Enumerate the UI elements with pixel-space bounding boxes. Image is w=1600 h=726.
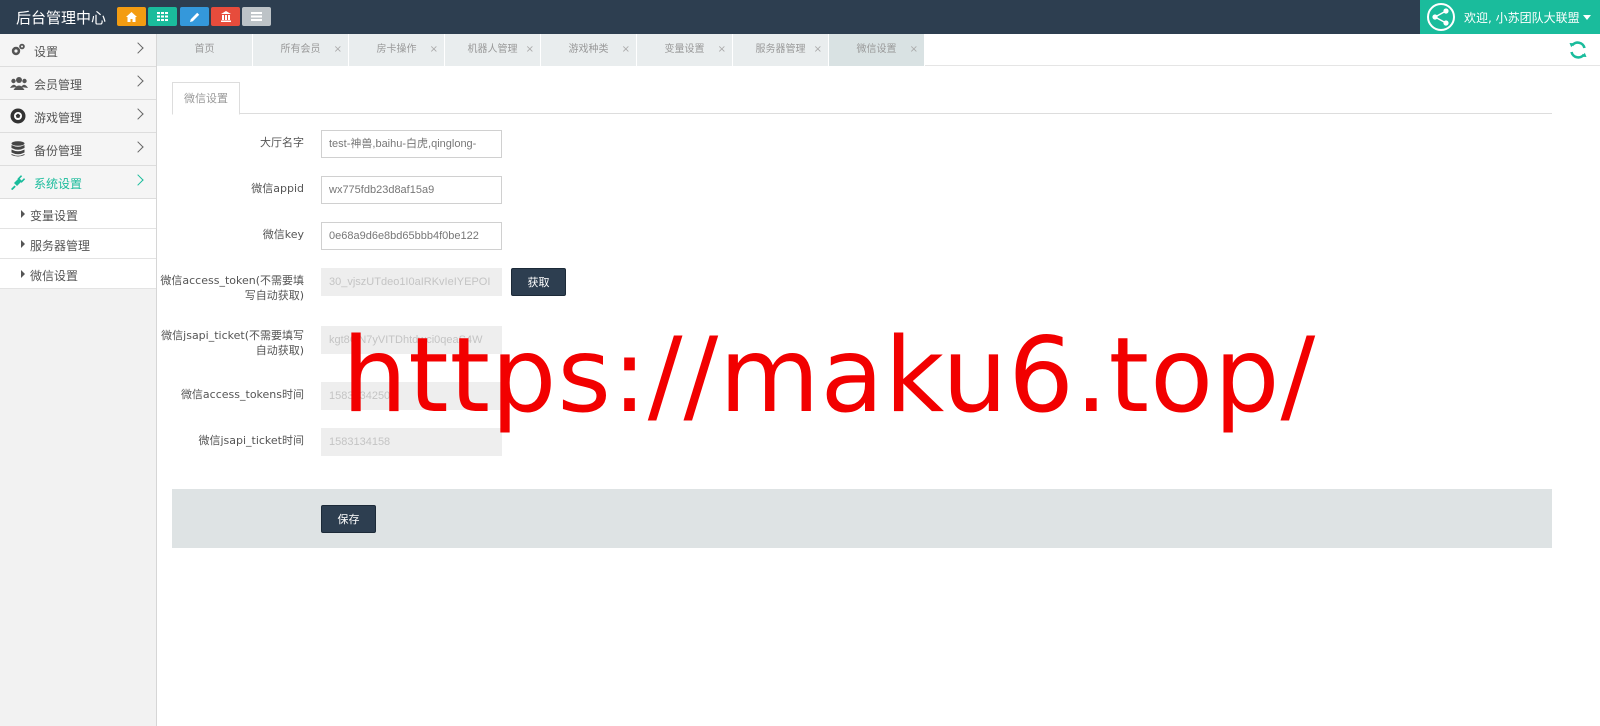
sidebar-subitem-label: 服务器管理 — [30, 239, 91, 253]
close-icon[interactable]: × — [814, 34, 822, 66]
field-label: 微信key — [262, 228, 304, 241]
caret-right-icon — [21, 210, 25, 218]
refresh-icon[interactable] — [1568, 40, 1588, 60]
sidebar-subitem-variable-settings[interactable]: 变量设置 — [0, 199, 156, 229]
list-icon — [251, 12, 262, 21]
sidebar-item-games[interactable]: 游戏管理 — [0, 100, 156, 133]
user-greeting[interactable]: 欢迎, 小苏团队大联盟 — [1464, 9, 1591, 26]
tab-label: 微信设置 — [856, 44, 897, 55]
tab-label: 机器人管理 — [467, 44, 518, 55]
close-icon[interactable]: × — [718, 34, 726, 66]
tab-label: 服务器管理 — [755, 44, 806, 55]
appid-input[interactable]: wx775fdb23d8af15a9 — [321, 176, 502, 204]
sidebar-item-label: 游戏管理 — [34, 111, 83, 125]
tab-variable-settings[interactable]: 变量设置 × — [637, 34, 733, 66]
sidebar-item-settings[interactable]: 设置 — [0, 34, 156, 67]
home-icon — [126, 11, 137, 22]
tab-label: 首页 — [194, 44, 215, 55]
top-navbar: 后台管理中心 欢迎, 小苏团队大联盟 — [0, 0, 1600, 34]
tab-label: 游戏种类 — [568, 44, 609, 55]
user-menu[interactable]: 欢迎, 小苏团队大联盟 — [1420, 0, 1600, 34]
key-input[interactable]: 0e68a9d6e8bd65bbb4f0be122 — [321, 222, 502, 250]
tab-room-card[interactable]: 房卡操作 × — [349, 34, 445, 66]
sidebar-subitem-wechat-settings[interactable]: 微信设置 — [0, 259, 156, 289]
field-label: 微信jsapi_ticket(不需要填写自动获取) — [161, 329, 304, 357]
tab-robot-management[interactable]: 机器人管理 × — [445, 34, 541, 66]
section-tabs: 微信设置 — [172, 82, 1552, 115]
tab-server-management[interactable]: 服务器管理 × — [733, 34, 829, 66]
tab-label: 变量设置 — [664, 44, 705, 55]
edit-button[interactable] — [180, 7, 209, 26]
close-icon[interactable]: × — [334, 34, 342, 66]
form-actions-bar: 保存 — [172, 489, 1552, 548]
sidebar-subitem-label: 微信设置 — [30, 269, 79, 283]
caret-right-icon — [21, 240, 25, 248]
sidebar-item-members[interactable]: 会员管理 — [0, 67, 156, 100]
chevron-right-icon — [132, 42, 144, 54]
list-button[interactable] — [242, 7, 271, 26]
fetch-button[interactable]: 获取 — [511, 268, 566, 296]
field-label: 微信jsapi_ticket时间 — [198, 434, 304, 447]
sidebar-item-backup[interactable]: 备份管理 — [0, 133, 156, 166]
close-icon[interactable]: × — [430, 34, 438, 66]
sidebar-item-label: 会员管理 — [34, 78, 83, 92]
chevron-right-icon — [132, 141, 144, 153]
sidebar-subitem-server-management[interactable]: 服务器管理 — [0, 229, 156, 259]
watermark-text: https://maku6.top/ — [342, 316, 1317, 436]
access-token-input: 30_vjszUTdeo1I0aIRKvIeIYEPOI — [321, 268, 502, 296]
grid-button[interactable] — [148, 7, 177, 26]
close-icon[interactable]: × — [622, 34, 630, 66]
field-label: 微信appid — [251, 182, 304, 195]
chevron-right-icon — [132, 75, 144, 87]
field-label: 微信access_tokens时间 — [180, 388, 304, 401]
caret-right-icon — [21, 270, 25, 278]
sidebar-item-system-settings[interactable]: 系统设置 — [0, 166, 156, 199]
plug-icon — [11, 175, 26, 190]
users-icon — [10, 77, 28, 90]
close-icon[interactable]: × — [526, 34, 534, 66]
field-label: 微信access_token(不需要填写自动获取) — [160, 274, 304, 302]
chevron-right-icon — [132, 108, 144, 120]
hall-name-input[interactable]: test-神兽,baihu-白虎,qinglong- — [321, 130, 502, 158]
section-tab-wechat-settings[interactable]: 微信设置 — [172, 82, 240, 115]
sidebar-item-label: 设置 — [34, 45, 59, 59]
tab-label: 所有会员 — [280, 44, 321, 55]
tab-game-types[interactable]: 游戏种类 × — [541, 34, 637, 66]
page-tabs-bar: 首页 所有会员 × 房卡操作 × 机器人管理 × 游戏种类 × 变量设置 × 服务器管理 ×… — [157, 34, 1600, 66]
save-button[interactable]: 保存 — [321, 505, 376, 533]
grid-icon — [157, 12, 168, 21]
tab-all-members[interactable]: 所有会员 × — [253, 34, 349, 66]
tab-wechat-settings[interactable]: 微信设置 × — [829, 34, 925, 66]
tab-home[interactable]: 首页 — [157, 34, 253, 66]
sidebar: 设置 会员管理 游戏管理 备份管理 系统设置 变量设置 服务器管理 微信设置 — [0, 34, 157, 726]
share-avatar-icon — [1427, 3, 1455, 31]
app-title: 后台管理中心 — [16, 9, 107, 27]
pencil-icon — [189, 12, 199, 22]
caret-down-icon — [1582, 15, 1591, 20]
home-button[interactable] — [117, 7, 146, 26]
bank-button[interactable] — [211, 7, 240, 26]
sidebar-subitem-label: 变量设置 — [30, 209, 79, 223]
close-icon[interactable]: × — [910, 34, 918, 66]
chevron-right-icon — [132, 174, 144, 186]
field-label: 大厅名字 — [260, 136, 304, 149]
sidebar-item-label: 备份管理 — [34, 144, 83, 158]
sidebar-item-label: 系统设置 — [34, 177, 83, 191]
gears-icon — [11, 43, 25, 56]
tab-label: 房卡操作 — [376, 44, 417, 55]
bank-icon — [220, 11, 231, 22]
database-icon — [11, 141, 25, 157]
soccer-ball-icon — [10, 108, 26, 124]
